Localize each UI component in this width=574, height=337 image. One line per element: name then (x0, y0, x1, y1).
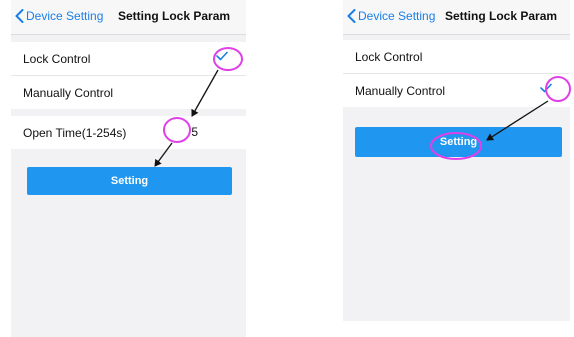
option-lock-control[interactable]: Lock Control (343, 40, 570, 73)
navigation-bar: Device Setting Setting Lock Param (343, 0, 570, 35)
page-title: Setting Lock Param (445, 9, 558, 23)
control-mode-list: Lock Control Manually Control (343, 40, 570, 107)
back-button[interactable]: Device Setting (347, 9, 435, 23)
control-mode-list: Lock Control Manually Control (11, 42, 246, 109)
checkmark-icon (216, 51, 228, 61)
option-manually-control[interactable]: Manually Control (343, 73, 570, 107)
navigation-bar: Device Setting Setting Lock Param (11, 0, 246, 35)
back-label: Device Setting (26, 9, 104, 23)
checkmark-icon (540, 83, 552, 93)
chevron-left-icon (15, 9, 24, 23)
setting-button[interactable]: Setting (355, 127, 562, 157)
right-phone-screen: Device Setting Setting Lock Param Lock C… (343, 0, 570, 321)
chevron-left-icon (347, 9, 356, 23)
back-label: Device Setting (358, 9, 436, 23)
left-phone-screen: Device Setting Setting Lock Param Lock C… (11, 0, 246, 337)
option-label: Manually Control (23, 85, 114, 100)
open-time-input[interactable]: 5 (191, 125, 198, 139)
option-lock-control[interactable]: Lock Control (11, 42, 246, 75)
option-label: Lock Control (355, 49, 423, 64)
option-manually-control[interactable]: Manually Control (11, 75, 246, 109)
open-time-row[interactable]: Open Time(1-254s) 5 (11, 116, 246, 149)
back-button[interactable]: Device Setting (15, 9, 103, 23)
setting-button[interactable]: Setting (27, 167, 232, 195)
option-label: Manually Control (355, 83, 446, 98)
open-time-label: Open Time(1-254s) (23, 125, 127, 140)
page-title: Setting Lock Param (118, 9, 231, 23)
option-label: Lock Control (23, 51, 91, 66)
open-time-group: Open Time(1-254s) 5 (11, 116, 246, 149)
